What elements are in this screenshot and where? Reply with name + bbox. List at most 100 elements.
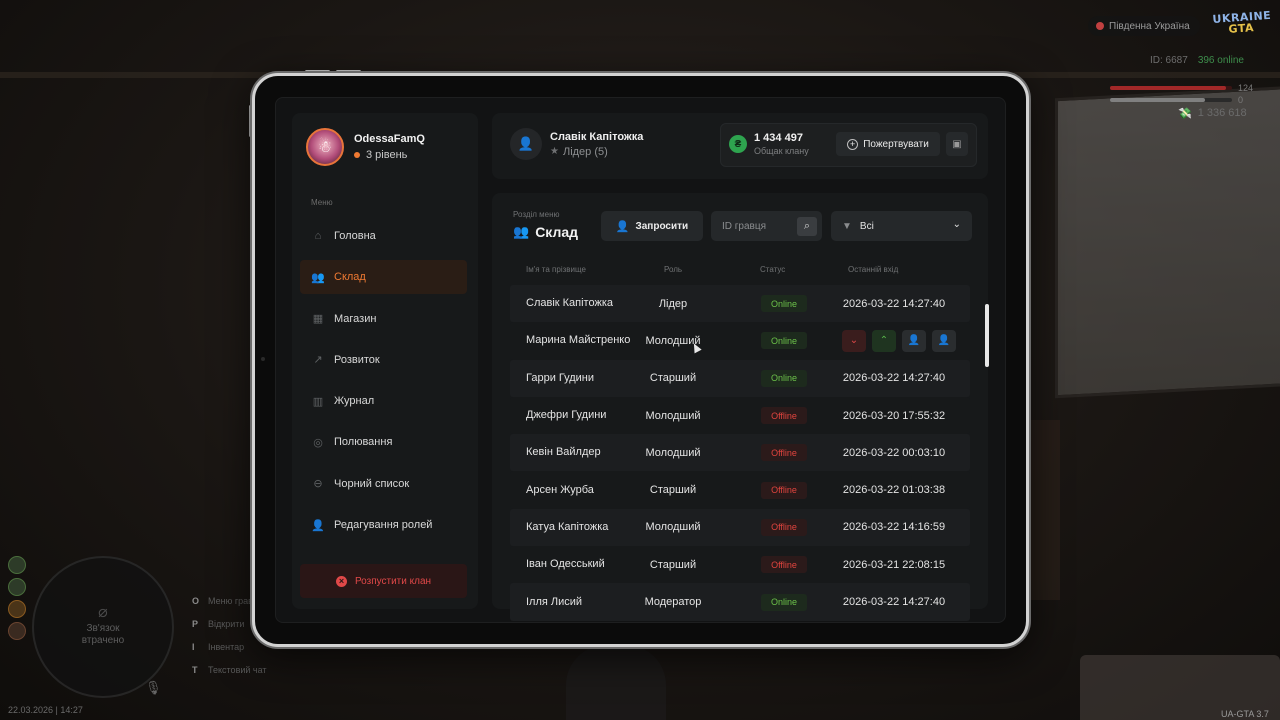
minimap-status: Зв'язок втрачено xyxy=(81,623,125,646)
table-row[interactable]: Іван Одесський Старший Offline 2026-03-21 2… xyxy=(510,546,970,584)
filter-icon: ▼ xyxy=(842,220,852,232)
table-row[interactable]: Джефри Гудини Молодший Offline 2026-03-20 1… xyxy=(510,396,970,435)
member-name: Гарри Гудини xyxy=(526,371,595,384)
last-login: 2026-03-22 14:27:40 xyxy=(842,372,946,385)
hint-key: T xyxy=(192,664,198,675)
server-name: Південна Україна xyxy=(1109,20,1190,32)
last-login: 2026-03-20 17:55:32 xyxy=(842,409,946,422)
donate-button[interactable]: + Пожертвувати xyxy=(836,132,940,156)
sidebar-item-5[interactable]: ▥ Журнал xyxy=(300,384,467,418)
server-flag-icon xyxy=(1096,22,1104,30)
member-name: Марина Майстренко xyxy=(526,334,631,347)
member-profile-button[interactable]: 👤 xyxy=(902,329,926,352)
table-row[interactable]: Катуа Капітожка Молодший Offline 2026-03-22… xyxy=(510,508,970,547)
microphone-icon: 🎙 xyxy=(145,680,162,695)
keybind-hint: T Текстовий чат xyxy=(192,658,267,681)
sidebar-item-4[interactable]: ↗ Розвиток xyxy=(300,343,467,377)
dissolve-clan-button[interactable]: × Розпустити клан xyxy=(300,564,467,598)
food-icon xyxy=(8,556,26,574)
sidebar-item-label: Журнал xyxy=(334,395,375,408)
status-bars: 124 0 xyxy=(1110,82,1260,106)
search-icon: ⌕ xyxy=(803,220,811,232)
user-edit-icon: 👤 xyxy=(311,519,325,532)
status-badge: Offline xyxy=(761,556,807,574)
last-login: 2026-03-21 22:08:15 xyxy=(842,558,946,571)
table-row[interactable]: Славік Капітожка Лідер Online 2026-03-22 14… xyxy=(510,285,970,323)
page-title: 👥 Склад xyxy=(513,224,578,240)
member-name: Джефри Гудини xyxy=(526,409,607,422)
table-scrollbar[interactable] xyxy=(985,304,989,367)
close-circle-icon: × xyxy=(335,575,347,587)
members-table: Славік Капітожка Лідер Online 2026-03-22 14… xyxy=(510,285,970,621)
last-login: 2026-03-22 00:03:10 xyxy=(842,446,946,459)
column-header-last-login: Останній вхід xyxy=(848,265,899,274)
hint-key: I xyxy=(192,641,195,652)
level-dot-icon xyxy=(354,152,360,158)
last-login: 2026-03-22 14:27:40 xyxy=(842,596,946,609)
bank-label: Общак клану xyxy=(754,146,809,156)
invite-button[interactable]: 👤 Запросити xyxy=(601,211,703,241)
sidebar-item-6[interactable]: ◎ Полювання xyxy=(300,425,467,459)
status-badge: Offline xyxy=(761,481,807,499)
armor-value: 0 xyxy=(1238,95,1244,105)
dissolve-clan-label: Розпустити клан xyxy=(354,575,432,587)
sidebar-item-2[interactable]: 👥 Склад xyxy=(300,260,467,295)
user-icon: 👤 xyxy=(907,335,921,347)
online-count: 396 online xyxy=(1197,55,1244,66)
background-character xyxy=(566,645,666,720)
demote-button[interactable]: ⌄ xyxy=(842,329,866,352)
last-login: 2026-03-22 14:16:59 xyxy=(842,521,946,534)
member-role: Молодший xyxy=(645,409,701,422)
member-actions: ⌄ ⌃ 👤 👤 xyxy=(842,329,956,352)
minimap: ⌀ Зв'язок втрачено xyxy=(32,556,174,698)
member-role: Молодший xyxy=(645,521,701,534)
member-name: Катуа Капітожка xyxy=(526,520,609,533)
clan-profile: ☃ OdessaFamQ 3 рівень xyxy=(306,128,425,166)
sidebar-item-7[interactable]: ⊖ Чорний список xyxy=(300,467,467,501)
member-name: Кевін Вайлдер xyxy=(526,446,601,459)
member-name: Іван Одесський xyxy=(526,558,605,571)
table-row[interactable]: Марина Майстренко Молодший Online ⌄ ⌃ 👤 👤 xyxy=(510,322,970,360)
member-name: Арсен Журба xyxy=(526,483,594,496)
plus-circle-icon: + xyxy=(847,138,859,150)
star-icon: ★ xyxy=(550,146,559,157)
last-login: 2026-03-22 01:03:38 xyxy=(842,484,946,497)
bank-amount: 1 434 497 xyxy=(754,132,803,144)
sidebar-item-8[interactable]: 👤 Редагування ролей xyxy=(300,508,467,542)
table-row[interactable]: Гарри Гудини Старший Online 2026-03-22 14:2… xyxy=(510,359,970,397)
mood-icon xyxy=(8,622,26,640)
kick-member-button[interactable]: 👤 xyxy=(932,329,956,352)
game-logo: UKRAINE GTA xyxy=(1212,9,1272,40)
leader-info: 👤 Славік Капітожка ★ Лідер (5) xyxy=(510,128,643,160)
sidebar-item-1[interactable]: ⌂ Головна xyxy=(300,219,467,253)
status-badge: Offline xyxy=(761,407,807,425)
leader-name: Славік Капітожка xyxy=(550,130,644,143)
filter-value: Всі xyxy=(859,220,874,232)
donate-label: Пожертвувати xyxy=(863,138,929,150)
sidebar-item-3[interactable]: ▦ Магазин xyxy=(300,302,467,336)
search-button[interactable]: ⌕ xyxy=(797,217,817,236)
member-role: Старший xyxy=(649,372,697,385)
sidebar-item-label: Магазин xyxy=(334,312,377,325)
table-row[interactable]: Арсен Журба Старший Offline 2026-03-22 01:0… xyxy=(510,471,970,509)
storage-box-button[interactable]: ▣ xyxy=(946,132,968,156)
armor-bar xyxy=(1110,98,1232,102)
table-row[interactable]: Кевін Вайлдер Молодший Offline 2026-03-22 0… xyxy=(510,434,970,472)
sidebar-item-label: Редагування ролей xyxy=(334,519,433,532)
health-value: 124 xyxy=(1238,83,1254,93)
energy-icon xyxy=(8,600,26,618)
player-id-input[interactable] xyxy=(711,211,795,241)
role-filter-dropdown[interactable]: ▼ Всі ⌄ xyxy=(831,211,972,241)
section-caption: Розділ меню xyxy=(513,210,560,219)
add-user-icon: 👤 xyxy=(615,220,630,233)
coin-icon: ₴ xyxy=(729,135,747,153)
status-badge: Online xyxy=(761,369,807,387)
table-row[interactable]: Ілля Лисий Модератор Online 2026-03-22 14:2… xyxy=(510,583,970,621)
member-role: Старший xyxy=(649,484,697,497)
player-id: ID: 6687 xyxy=(1150,55,1188,66)
leader-role: ★ Лідер (5) xyxy=(550,146,643,158)
promote-button[interactable]: ⌃ xyxy=(872,329,896,352)
background-window xyxy=(1055,85,1280,399)
player-id-row: ID: 6687 396 online xyxy=(1150,55,1244,66)
clan-level-label: 3 рівень xyxy=(366,149,408,161)
